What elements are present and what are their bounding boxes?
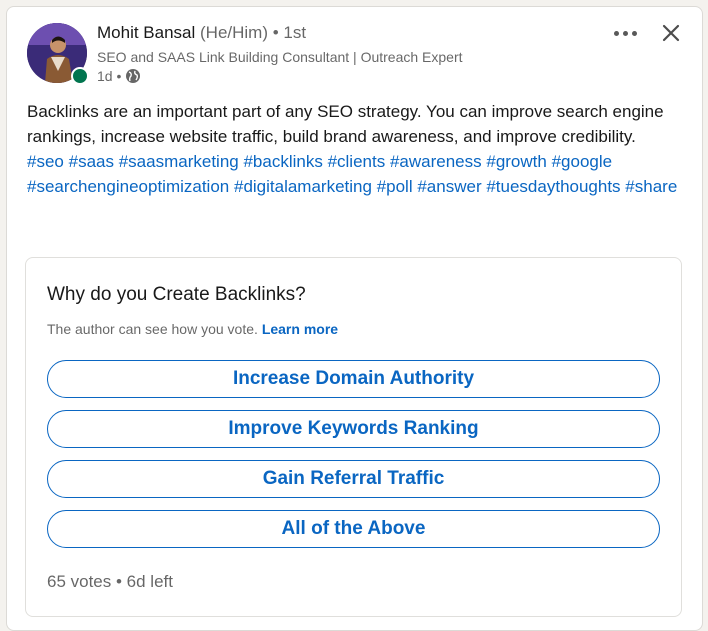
author-line: Mohit Bansal (He/Him) • 1st bbox=[97, 23, 306, 43]
poll-option[interactable]: Improve Keywords Ranking bbox=[47, 410, 660, 448]
hashtag-link[interactable]: #poll bbox=[377, 177, 413, 196]
learn-more-link[interactable]: Learn more bbox=[262, 321, 338, 337]
hashtag-link[interactable]: #tuesdaythoughts bbox=[486, 177, 620, 196]
hashtag-link[interactable]: #share bbox=[625, 177, 677, 196]
hashtag-link[interactable]: #growth bbox=[486, 152, 546, 171]
post-meta: 1d • bbox=[97, 68, 141, 84]
hashtag-link[interactable]: #clients bbox=[328, 152, 386, 171]
post-time: 1d • bbox=[97, 68, 122, 84]
hashtag-link[interactable]: #google bbox=[552, 152, 613, 171]
post-text: Backlinks are an important part of any S… bbox=[27, 102, 664, 146]
poll-option[interactable]: Gain Referral Traffic bbox=[47, 460, 660, 498]
more-dot bbox=[631, 30, 637, 36]
globe-icon bbox=[125, 68, 141, 84]
poll-container: Why do you Create Backlinks? The author … bbox=[25, 257, 682, 617]
post-body: Backlinks are an important part of any S… bbox=[27, 99, 687, 199]
poll-note: The author can see how you vote. Learn m… bbox=[47, 321, 338, 337]
online-status-indicator bbox=[71, 67, 89, 85]
hashtag-link[interactable]: #answer bbox=[417, 177, 481, 196]
close-icon bbox=[662, 24, 680, 42]
poll-footer: 65 votes • 6d left bbox=[47, 572, 173, 591]
poll-option[interactable]: All of the Above bbox=[47, 510, 660, 548]
hashtag-link[interactable]: #saas bbox=[69, 152, 114, 171]
connection-degree: • 1st bbox=[272, 23, 307, 42]
author-headline: SEO and SAAS Link Building Consultant | … bbox=[97, 49, 463, 65]
more-options-button[interactable] bbox=[603, 19, 647, 47]
author-pronouns: (He/Him) bbox=[200, 23, 269, 42]
hashtag-link[interactable]: #backlinks bbox=[243, 152, 322, 171]
hashtag-link[interactable]: #seo bbox=[27, 152, 64, 171]
poll-question: Why do you Create Backlinks? bbox=[47, 284, 306, 305]
hashtag-link[interactable]: #digitalamarketing bbox=[234, 177, 372, 196]
more-dot bbox=[622, 30, 628, 36]
more-dot bbox=[613, 30, 619, 36]
close-button[interactable] bbox=[655, 17, 687, 49]
author-name[interactable]: Mohit Bansal bbox=[97, 23, 195, 42]
post-card: Mohit Bansal (He/Him) • 1st SEO and SAAS… bbox=[6, 6, 703, 631]
hashtag-link[interactable]: #saasmarketing bbox=[119, 152, 239, 171]
hashtag-link[interactable]: #awareness bbox=[390, 152, 482, 171]
poll-option[interactable]: Increase Domain Authority bbox=[47, 360, 660, 398]
hashtag-link[interactable]: #searchengineoptimization bbox=[27, 177, 229, 196]
poll-note-text: The author can see how you vote. bbox=[47, 321, 258, 337]
hashtag-list: #seo #saas #saasmarketing #backlinks #cl… bbox=[27, 152, 677, 196]
